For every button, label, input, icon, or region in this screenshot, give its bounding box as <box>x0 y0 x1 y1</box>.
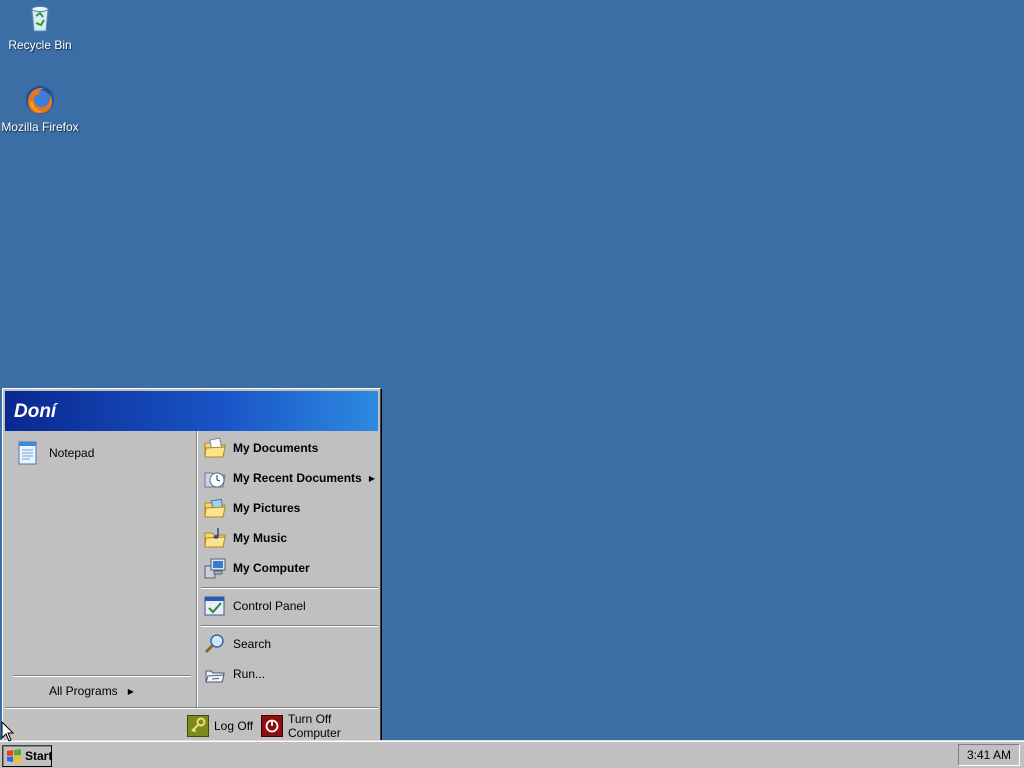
run-icon <box>203 662 227 686</box>
start-menu-item-my-recent-documents[interactable]: My Recent Documents ▶ <box>203 465 378 491</box>
my-pictures-icon <box>203 496 227 520</box>
mouse-cursor-icon <box>1 720 15 743</box>
system-tray-clock[interactable]: 3:41 AM <box>958 744 1020 766</box>
all-programs-button[interactable]: All Programs ▶ <box>49 684 134 698</box>
desktop-icon-mozilla-firefox[interactable]: Mozilla Firefox <box>0 84 80 134</box>
start-menu-item-label: My Computer <box>233 561 310 575</box>
turn-off-computer-button[interactable]: Turn Off Computer <box>261 712 378 740</box>
windows-logo-icon <box>6 748 22 764</box>
my-computer-icon <box>203 556 227 580</box>
start-menu-item-label: My Recent Documents <box>233 471 362 485</box>
start-menu-item-notepad[interactable]: Notepad <box>13 439 189 467</box>
start-button[interactable]: Start <box>2 745 52 767</box>
log-off-label: Log Off <box>214 719 254 733</box>
start-menu-footer: Log Off Turn Off Computer <box>5 707 378 741</box>
desktop-icon-label: Recycle Bin <box>8 38 72 52</box>
start-menu-item-my-documents[interactable]: My Documents <box>203 435 378 461</box>
control-panel-icon <box>203 594 227 618</box>
start-menu-item-my-music[interactable]: My Music <box>203 525 378 551</box>
start-menu: Doní Notepad All Programs ▶ My Documents… <box>2 388 381 744</box>
clock-text: 3:41 AM <box>966 748 1012 762</box>
start-menu-item-label: Notepad <box>49 446 95 460</box>
chevron-right-icon: ▶ <box>368 473 375 483</box>
start-menu-item-label: My Documents <box>233 441 319 455</box>
recycle-bin-icon <box>24 2 56 34</box>
start-menu-item-control-panel[interactable]: Control Panel <box>203 593 378 619</box>
turn-off-label: Turn Off Computer <box>288 712 341 740</box>
start-menu-separator <box>201 625 378 627</box>
start-menu-left-pane: Notepad All Programs ▶ <box>5 431 196 707</box>
key-icon <box>187 715 209 737</box>
chevron-right-icon: ▶ <box>127 686 134 696</box>
start-menu-item-my-pictures[interactable]: My Pictures <box>203 495 378 521</box>
log-off-button[interactable]: Log Off <box>187 714 253 738</box>
start-menu-item-run[interactable]: Run... <box>203 661 378 687</box>
desktop-icon-recycle-bin[interactable]: Recycle Bin <box>0 2 80 52</box>
start-menu-right-pane: My Documents My Recent Documents ▶ My Pi… <box>196 431 378 707</box>
start-menu-item-search[interactable]: Search <box>203 631 378 657</box>
power-icon <box>261 715 283 737</box>
start-menu-item-my-computer[interactable]: My Computer <box>203 555 378 581</box>
my-documents-icon <box>203 436 227 460</box>
all-programs-label: All Programs <box>49 684 118 698</box>
recent-documents-icon <box>203 466 227 490</box>
start-menu-user-name: Doní <box>5 391 378 431</box>
start-menu-item-label: Control Panel <box>233 599 306 613</box>
start-menu-item-label: My Music <box>233 531 288 545</box>
start-menu-item-label: My Pictures <box>233 501 301 515</box>
desktop-icon-label: Mozilla Firefox <box>1 120 79 134</box>
taskbar: Start 3:41 AM <box>0 740 1024 768</box>
start-menu-separator <box>201 587 378 589</box>
notepad-icon <box>13 439 41 467</box>
search-icon <box>203 632 227 656</box>
my-music-icon <box>203 526 227 550</box>
all-programs-separator <box>13 675 191 677</box>
start-menu-item-label: Run... <box>233 667 266 681</box>
firefox-icon <box>24 84 56 116</box>
start-button-label: Start <box>25 749 53 763</box>
start-menu-item-label: Search <box>233 637 272 651</box>
